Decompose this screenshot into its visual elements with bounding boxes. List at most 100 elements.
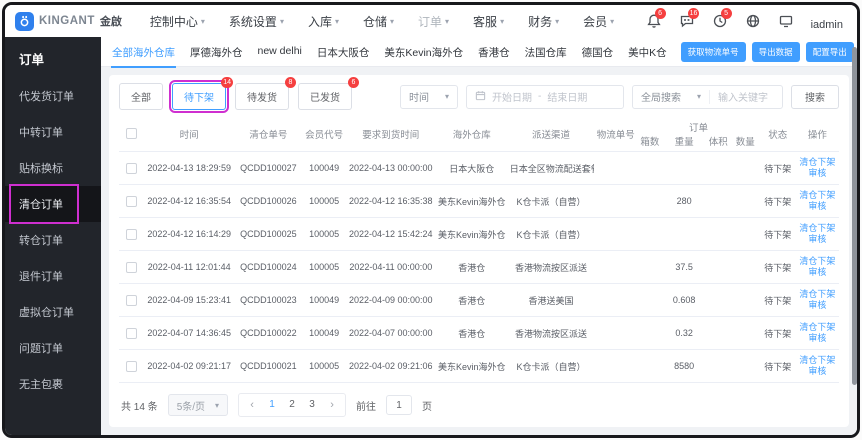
sidebar-item[interactable]: 代发货订单 xyxy=(5,78,101,114)
clearance-offshelf-link[interactable]: 清仓下架 xyxy=(798,256,837,267)
row-checkbox[interactable] xyxy=(126,261,138,273)
sidebar-item[interactable]: 问题订单 xyxy=(5,330,101,366)
audit-link[interactable]: 审核 xyxy=(798,168,837,179)
action-button[interactable]: 导出数据 xyxy=(751,41,800,62)
page-number-button[interactable]: 1 xyxy=(263,395,281,415)
cell-volume xyxy=(705,217,731,251)
col-tracking: 物流单号 xyxy=(596,130,635,141)
main-area: 全部海外仓库 厚德海外仓 new delhi 日本大阪仓 美东Kevin海外仓 … xyxy=(101,37,857,435)
row-checkbox[interactable] xyxy=(126,360,138,372)
cell-boxes xyxy=(637,151,663,185)
sidebar-item[interactable]: 无主包裹 xyxy=(5,366,101,402)
top-menu-item[interactable]: 订单 ▾ xyxy=(418,13,449,30)
chevron-down-icon: ▾ xyxy=(555,16,560,26)
status-filter-chip[interactable]: 已发货 6 xyxy=(298,77,359,110)
search-button[interactable]: 搜索 xyxy=(791,84,839,109)
clearance-offshelf-link[interactable]: 清仓下架 xyxy=(798,355,837,366)
action-button[interactable]: 配置导出 xyxy=(805,41,854,62)
sidebar-item[interactable]: 清仓订单 xyxy=(5,184,101,224)
top-menu-item[interactable]: 客服 ▾ xyxy=(473,13,504,30)
warehouse-tab[interactable]: 厚德海外仓 xyxy=(189,36,244,68)
clearance-offshelf-link[interactable]: 清仓下架 xyxy=(798,322,837,333)
warehouse-tab[interactable]: 全部海外仓库 xyxy=(111,36,176,68)
goto-label: 前往 xyxy=(356,401,377,413)
page-number-button[interactable]: 3 xyxy=(303,395,321,415)
time-field-select[interactable]: 时间 ▾ xyxy=(399,84,458,109)
vertical-scrollbar[interactable] xyxy=(852,47,857,385)
page-suffix: 页 xyxy=(422,401,433,413)
clock-badge: 5 xyxy=(720,8,732,19)
language-globe-icon[interactable] xyxy=(745,13,761,29)
goto-page-input[interactable] xyxy=(386,395,413,415)
clearance-offshelf-link[interactable]: 清仓下架 xyxy=(798,289,837,300)
cell-boxes xyxy=(637,349,663,383)
cell-warehouse: 香港仓 xyxy=(435,316,508,350)
warehouse-tab[interactable]: 美中K仓 xyxy=(627,36,668,68)
select-all-checkbox[interactable] xyxy=(126,128,138,140)
cell-warehouse: 香港仓 xyxy=(435,250,508,284)
monitor-icon[interactable] xyxy=(778,13,794,29)
warehouse-tab[interactable]: 法国仓库 xyxy=(524,36,568,68)
cell-time: 2022-04-02 09:21:17 xyxy=(144,349,235,383)
clearance-offshelf-link[interactable]: 清仓下架 xyxy=(798,190,837,201)
col-boxes: 箱数 xyxy=(640,137,660,148)
current-user[interactable]: iadmin xyxy=(811,19,843,31)
cell-status: 待下架 xyxy=(759,316,796,350)
row-checkbox[interactable] xyxy=(126,228,138,240)
sidebar-item[interactable]: 虚拟仓订单 xyxy=(5,294,101,330)
clearance-offshelf-link[interactable]: 清仓下架 xyxy=(798,157,837,168)
warehouse-tab[interactable]: 香港仓 xyxy=(477,36,511,68)
message-badge: 16 xyxy=(687,8,700,19)
row-checkbox[interactable] xyxy=(126,327,138,339)
status-filter-chip[interactable]: 全部 xyxy=(119,83,163,110)
page-number-button[interactable]: 2 xyxy=(283,395,301,415)
sidebar-item[interactable]: 贴标换标 xyxy=(5,150,101,186)
next-page-button[interactable]: › xyxy=(323,395,341,415)
date-range-picker[interactable]: 开始日期 - 结束日期 xyxy=(465,84,624,109)
cell-member: 100049 xyxy=(302,283,346,317)
status-filter-chip[interactable]: 待发货 8 xyxy=(235,77,296,110)
clock-icon[interactable]: 5 xyxy=(712,8,732,29)
status-filter-chip[interactable]: 待下架 14 xyxy=(169,77,233,113)
cell-status: 待下架 xyxy=(759,217,796,251)
warehouse-tab[interactable]: 美东Kevin海外仓 xyxy=(383,36,464,68)
sidebar-item[interactable]: 转仓订单 xyxy=(5,222,101,258)
action-button[interactable]: 获取物流单号 xyxy=(680,41,746,62)
audit-link[interactable]: 审核 xyxy=(798,366,837,377)
calendar-icon xyxy=(475,90,486,104)
warehouse-tab[interactable]: 德国仓 xyxy=(581,36,615,68)
cell-weight: 37.5 xyxy=(662,250,706,284)
cell-channel: K仓卡派（自营） xyxy=(507,184,595,218)
cell-channel: 香港物流按区派送 xyxy=(507,316,595,350)
top-menu-item[interactable]: 财务 ▾ xyxy=(528,13,559,30)
notification-bell-icon[interactable]: 6 xyxy=(646,8,666,29)
top-menu-item[interactable]: 仓储 ▾ xyxy=(363,13,394,30)
cell-ops: 清仓下架 审核 xyxy=(795,151,839,185)
audit-link[interactable]: 审核 xyxy=(798,333,837,344)
sidebar-item[interactable]: 退件订单 xyxy=(5,258,101,294)
top-menu-item[interactable]: 系统设置 ▾ xyxy=(229,13,284,30)
warehouse-tab[interactable]: 日本大阪仓 xyxy=(316,36,371,68)
header-actions: 获取物流单号 导出数据 配置导出 xyxy=(680,41,854,62)
top-menu-item[interactable]: 入库 ▾ xyxy=(308,13,339,30)
search-scope-select[interactable]: 全局搜索 ▾ xyxy=(633,89,709,104)
audit-link[interactable]: 审核 xyxy=(798,234,837,245)
prev-page-button[interactable]: ‹ xyxy=(243,395,261,415)
per-page-select[interactable]: 5条/页 ▾ xyxy=(167,394,229,416)
row-checkbox[interactable] xyxy=(126,294,138,306)
logo: KINGANT 金啟 xyxy=(15,11,122,31)
audit-link[interactable]: 审核 xyxy=(798,201,837,212)
message-icon[interactable]: 16 xyxy=(679,8,700,29)
audit-link[interactable]: 审核 xyxy=(798,300,837,311)
chevron-down-icon: ▾ xyxy=(500,16,505,26)
warehouse-tab[interactable]: new delhi xyxy=(257,36,303,68)
clearance-offshelf-link[interactable]: 清仓下架 xyxy=(798,223,837,234)
col-member: 会员代号 xyxy=(305,130,344,141)
top-menu-item[interactable]: 会员 ▾ xyxy=(583,13,614,30)
keyword-input[interactable]: 输入关键字 xyxy=(710,89,782,104)
sidebar-item[interactable]: 中转订单 xyxy=(5,114,101,150)
row-checkbox[interactable] xyxy=(126,162,138,174)
audit-link[interactable]: 审核 xyxy=(798,267,837,278)
row-checkbox[interactable] xyxy=(126,195,138,207)
top-menu-item[interactable]: 控制中心 ▾ xyxy=(150,13,205,30)
